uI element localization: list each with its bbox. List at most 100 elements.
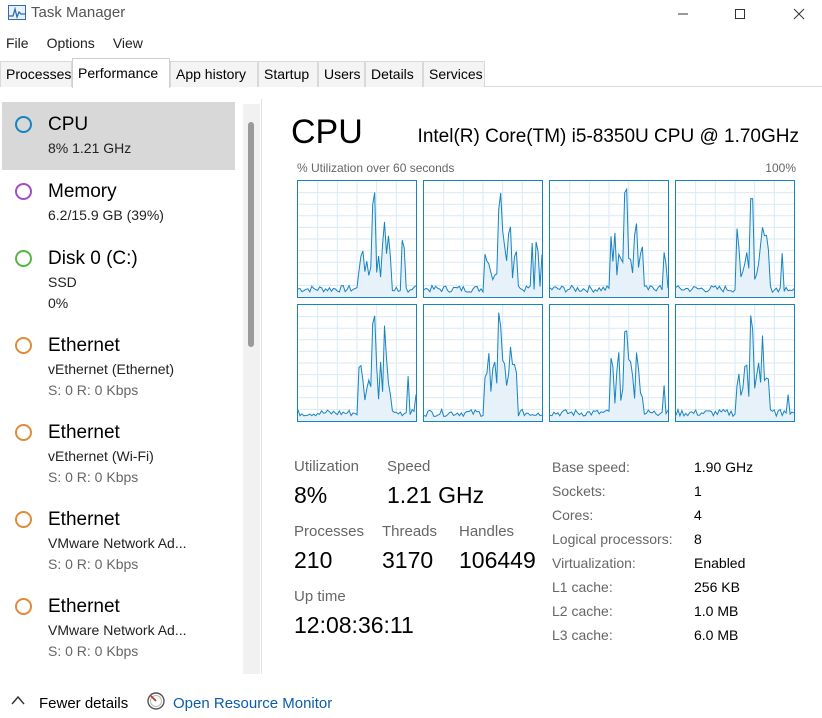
core-utilization-graph bbox=[423, 304, 543, 422]
maximize-button[interactable] bbox=[717, 0, 763, 28]
l2-cache-value: 1.0 MB bbox=[694, 603, 739, 619]
processes-label: Processes bbox=[294, 523, 365, 540]
sidebar-item-detail: S: 0 R: 0 Kbps bbox=[48, 556, 139, 572]
sidebar-item-detail: VMware Network Ad... bbox=[48, 622, 187, 638]
core-utilization-graph bbox=[423, 180, 543, 298]
speed-value: 1.21 GHz bbox=[387, 482, 485, 508]
cores-value: 4 bbox=[694, 507, 702, 523]
sidebar-item-title: Disk 0 (C:) bbox=[48, 248, 138, 269]
core-utilization-graph bbox=[549, 304, 669, 422]
sidebar-item-ethernet[interactable]: Ethernet VMware Network Ad... S: 0 R: 0 … bbox=[2, 497, 235, 577]
sockets-value: 1 bbox=[694, 483, 702, 499]
sidebar-item-ethernet[interactable]: Ethernet vEthernet (Ethernet) S: 0 R: 0 … bbox=[2, 323, 235, 403]
scrollbar-thumb[interactable] bbox=[248, 122, 254, 347]
sidebar-item-detail: 6.2/15.9 GB (39%) bbox=[48, 207, 164, 223]
l3-cache-label: L3 cache: bbox=[552, 627, 613, 643]
tab-processes[interactable]: Processes bbox=[0, 61, 72, 87]
cpu-detail-panel: CPU Intel(R) Core(TM) i5-8350U CPU @ 1.7… bbox=[262, 99, 822, 674]
core-utilization-graph bbox=[675, 180, 795, 298]
fewer-details-button[interactable]: Fewer details bbox=[39, 695, 128, 712]
task-manager-icon bbox=[8, 5, 26, 20]
l3-cache-value: 6.0 MB bbox=[694, 627, 739, 643]
sidebar-item-title: Ethernet bbox=[48, 509, 120, 530]
sidebar-item-title: Ethernet bbox=[48, 422, 120, 443]
cpu-indicator-icon bbox=[15, 116, 32, 133]
tab-performance[interactable]: Performance bbox=[72, 58, 170, 88]
sockets-label: Sockets: bbox=[552, 483, 606, 499]
uptime-value: 12:08:36:11 bbox=[294, 612, 414, 638]
minimize-button[interactable] bbox=[660, 0, 706, 28]
menu-options[interactable]: Options bbox=[35, 32, 101, 54]
base-speed-value: 1.90 GHz bbox=[694, 459, 754, 475]
core-utilization-graph bbox=[675, 304, 795, 422]
handles-value: 106449 bbox=[459, 547, 536, 573]
processes-value: 210 bbox=[294, 547, 333, 573]
l2-cache-label: L2 cache: bbox=[552, 603, 613, 619]
title-bar: Task Manager bbox=[0, 0, 822, 28]
memory-indicator-icon bbox=[15, 183, 32, 200]
close-icon bbox=[793, 8, 805, 20]
minimize-icon bbox=[678, 13, 688, 15]
resource-sidebar: CPU 8% 1.21 GHz Memory 6.2/15.9 GB (39%)… bbox=[0, 99, 262, 674]
sidebar-item-detail: S: 0 R: 0 Kbps bbox=[48, 469, 139, 485]
open-resource-monitor-link[interactable]: Open Resource Monitor bbox=[173, 695, 332, 712]
core-utilization-graph bbox=[297, 180, 417, 298]
resource-monitor-icon bbox=[147, 692, 165, 710]
sidebar-item-detail: VMware Network Ad... bbox=[48, 535, 187, 551]
logical-processors-label: Logical processors: bbox=[552, 531, 673, 547]
sidebar-item-detail: S: 0 R: 0 Kbps bbox=[48, 382, 139, 398]
logical-processors-value: 8 bbox=[694, 531, 702, 547]
sidebar-item-detail: vEthernet (Wi-Fi) bbox=[48, 448, 154, 464]
core-utilization-graph bbox=[297, 304, 417, 422]
sidebar-item-disk[interactable]: Disk 0 (C:) SSD 0% bbox=[2, 236, 235, 316]
l1-cache-value: 256 KB bbox=[694, 579, 740, 595]
tab-services[interactable]: Services bbox=[423, 61, 485, 87]
core-utilization-graph bbox=[549, 180, 669, 298]
network-indicator-icon bbox=[15, 598, 32, 615]
tab-startup[interactable]: Startup bbox=[258, 61, 318, 87]
maximize-icon bbox=[735, 9, 745, 19]
chevron-up-icon[interactable] bbox=[10, 694, 26, 706]
menu-bar: File Options View bbox=[0, 32, 149, 54]
network-indicator-icon bbox=[15, 337, 32, 354]
sidebar-item-title: Ethernet bbox=[48, 335, 120, 356]
sidebar-item-title: CPU bbox=[48, 114, 89, 135]
close-button[interactable] bbox=[776, 0, 822, 28]
menu-file[interactable]: File bbox=[0, 32, 35, 54]
graph-caption: % Utilization over 60 seconds bbox=[297, 161, 455, 175]
sidebar-item-detail: 8% 1.21 GHz bbox=[48, 140, 132, 156]
tab-details[interactable]: Details bbox=[365, 61, 423, 87]
sidebar-item-detail: SSD bbox=[48, 274, 77, 290]
sidebar-item-detail: S: 0 R: 0 Kbps bbox=[48, 643, 139, 659]
sidebar-item-detail: vEthernet (Ethernet) bbox=[48, 361, 175, 377]
sidebar-item-memory[interactable]: Memory 6.2/15.9 GB (39%) bbox=[2, 169, 235, 237]
sidebar-item-ethernet[interactable]: Ethernet vEthernet (Wi-Fi) S: 0 R: 0 Kbp… bbox=[2, 410, 235, 490]
speed-label: Speed bbox=[387, 458, 431, 475]
tab-bar: Processes Performance App history Startu… bbox=[0, 58, 822, 88]
sidebar-item-title: Ethernet bbox=[48, 596, 120, 617]
sidebar-item-title: Memory bbox=[48, 181, 117, 202]
virtualization-value: Enabled bbox=[694, 555, 746, 571]
utilization-label: Utilization bbox=[294, 458, 360, 475]
cores-label: Cores: bbox=[552, 507, 594, 523]
tab-app-history[interactable]: App history bbox=[170, 61, 258, 87]
menu-view[interactable]: View bbox=[101, 32, 149, 54]
threads-value: 3170 bbox=[382, 547, 434, 573]
sidebar-item-detail: 0% bbox=[48, 295, 69, 311]
footer-bar: Fewer details Open Resource Monitor bbox=[0, 688, 822, 718]
tab-users[interactable]: Users bbox=[318, 61, 365, 87]
l1-cache-label: L1 cache: bbox=[552, 579, 613, 595]
window-title: Task Manager bbox=[31, 4, 126, 21]
threads-label: Threads bbox=[382, 523, 438, 540]
sidebar-item-ethernet[interactable]: Ethernet VMware Network Ad... S: 0 R: 0 … bbox=[2, 584, 235, 664]
sidebar-item-cpu[interactable]: CPU 8% 1.21 GHz bbox=[2, 102, 235, 170]
page-title: CPU bbox=[291, 113, 363, 151]
utilization-value: 8% bbox=[294, 482, 328, 508]
graph-max-label: 100% bbox=[765, 161, 796, 175]
disk-indicator-icon bbox=[15, 250, 32, 267]
virtualization-label: Virtualization: bbox=[552, 555, 636, 571]
sidebar-scrollbar[interactable] bbox=[243, 104, 260, 674]
cpu-model-name: Intel(R) Core(TM) i5-8350U CPU @ 1.70GHz bbox=[417, 126, 799, 147]
network-indicator-icon bbox=[15, 424, 32, 441]
uptime-label: Up time bbox=[294, 588, 346, 605]
